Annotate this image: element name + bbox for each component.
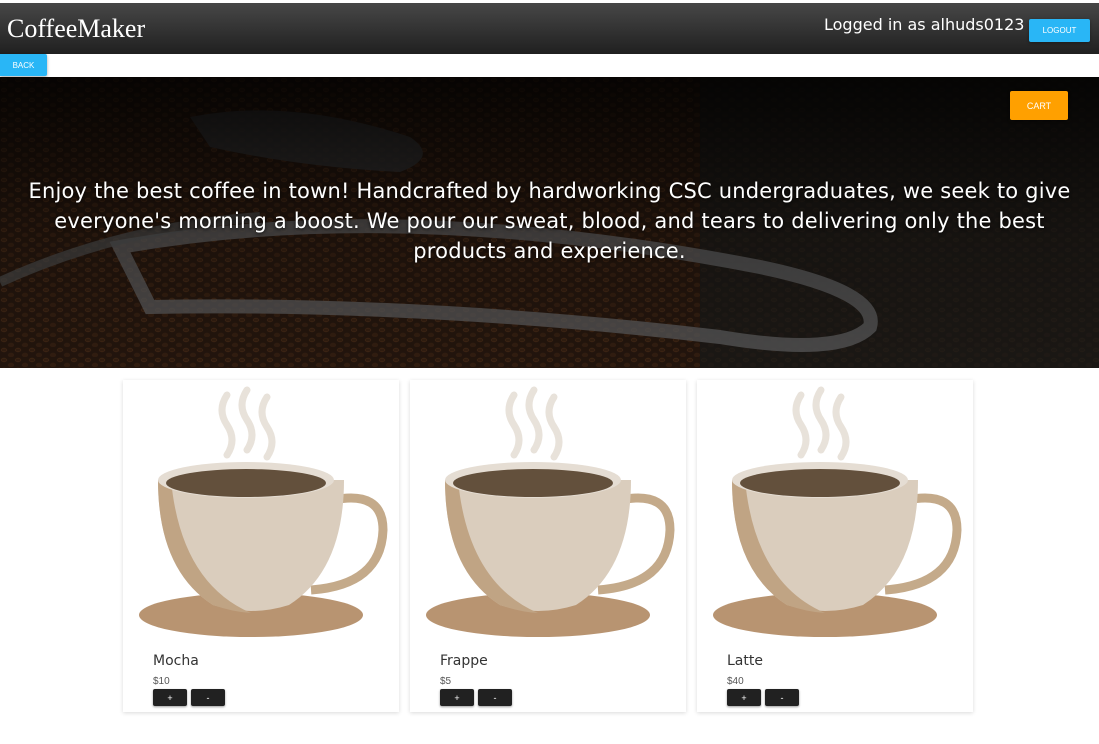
product-name: Mocha <box>153 653 199 669</box>
decrease-quantity-button[interactable]: - <box>191 689 225 706</box>
coffee-cup-icon <box>139 386 388 637</box>
app-brand: CoffeeMaker <box>7 14 146 43</box>
back-button[interactable]: BACK <box>0 54 47 76</box>
product-name: Frappe <box>440 653 488 669</box>
hero-tagline: Enjoy the best coffee in town! Handcraft… <box>28 179 1071 263</box>
product-card-mocha: Mocha $10 + - <box>123 380 399 712</box>
increase-quantity-button[interactable]: + <box>440 689 474 706</box>
product-card-frappe: Frappe $5 + - <box>410 380 686 712</box>
top-app-bar: CoffeeMaker Logged in as alhuds0123 LOGO… <box>0 3 1099 54</box>
logout-button[interactable]: LOGOUT <box>1029 19 1090 42</box>
increase-quantity-button[interactable]: + <box>153 689 187 706</box>
cart-button[interactable]: CART <box>1010 91 1068 120</box>
logged-in-user: Logged in as alhuds0123 <box>824 15 1025 34</box>
coffee-cup-icon <box>713 386 962 637</box>
product-price: $5 <box>440 676 452 687</box>
coffee-cup-icon <box>426 386 675 637</box>
product-price: $40 <box>727 676 744 687</box>
increase-quantity-button[interactable]: + <box>727 689 761 706</box>
product-card-latte: Latte $40 + - <box>697 380 973 712</box>
decrease-quantity-button[interactable]: - <box>765 689 799 706</box>
product-name: Latte <box>727 653 763 669</box>
product-price: $10 <box>153 676 170 687</box>
decrease-quantity-button[interactable]: - <box>478 689 512 706</box>
